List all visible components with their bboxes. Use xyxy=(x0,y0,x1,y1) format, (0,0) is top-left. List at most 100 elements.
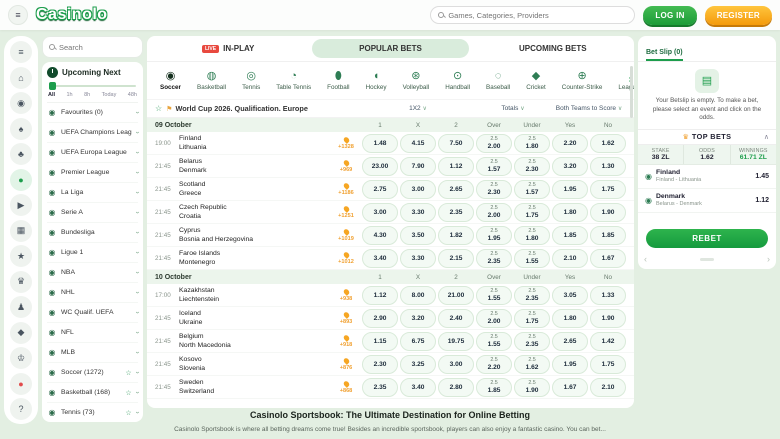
odd-button[interactable]: 1.90 xyxy=(590,203,626,222)
chevron-down-icon[interactable]: › xyxy=(133,291,140,293)
match-row[interactable]: 21:45 Kosovo Slovenia +876 2.30 3.25 3.0… xyxy=(147,353,634,376)
match-row[interactable]: 19:00 Finland Lithuania +1328 1.48 4.15 … xyxy=(147,132,634,155)
odd-button[interactable]: 23.00 xyxy=(362,157,398,176)
sidebar-search-input[interactable] xyxy=(59,43,136,52)
chevron-down-icon[interactable]: › xyxy=(133,331,140,333)
odd-button[interactable]: 2.5 2.35 xyxy=(514,332,550,351)
odd-button[interactable]: 2.5 1.90 xyxy=(514,378,550,397)
odd-button[interactable]: 3.50 xyxy=(400,226,436,245)
odd-button[interactable]: 2.30 xyxy=(362,355,398,374)
odd-button[interactable]: 1.80 xyxy=(552,203,588,222)
time-filter-today[interactable]: Today xyxy=(102,92,117,98)
sidebar-league-la-liga[interactable]: ◉ La Liga › xyxy=(47,183,138,203)
chevron-down-icon[interactable]: › xyxy=(133,251,140,253)
logo[interactable]: Casinolo xyxy=(36,6,108,24)
time-filter-1h[interactable]: 1h xyxy=(66,92,72,98)
odd-button[interactable]: 3.40 xyxy=(362,249,398,268)
prev-arrow-icon[interactable]: ‹ xyxy=(644,254,647,264)
odd-button[interactable]: 3.05 xyxy=(552,286,588,305)
odd-button[interactable]: 1.62 xyxy=(590,134,626,153)
match-teams[interactable]: Cyprus Bosnia and Herzegovina xyxy=(179,226,330,244)
market-dropdown-1x2[interactable]: 1X2 ∨ xyxy=(362,105,474,112)
odd-button[interactable]: 2.5 2.35 xyxy=(514,286,550,305)
odd-button[interactable]: 1.85 xyxy=(590,226,626,245)
sidebar-search[interactable] xyxy=(42,36,143,58)
odd-button[interactable]: 1.48 xyxy=(362,134,398,153)
slots-rail-button[interactable]: ▦ xyxy=(10,220,32,242)
sidebar-league-wc-qualif-uefa[interactable]: ◉ WC Qualif. UEFA › xyxy=(47,303,138,323)
odd-button[interactable]: 2.90 xyxy=(362,309,398,328)
chevron-down-icon[interactable]: › xyxy=(133,131,140,133)
betslip-tab[interactable]: Bet Slip (0) xyxy=(646,49,683,61)
sidebar-league-nhl[interactable]: ◉ NHL › xyxy=(47,283,138,303)
esports-rail-button[interactable]: ♟ xyxy=(10,296,32,318)
top-bets-header[interactable]: ♛ TOP BETS ∧ xyxy=(638,129,776,145)
match-row[interactable]: 17:00 Kazakhstan Liechtenstein +938 1.12… xyxy=(147,284,634,307)
odd-button[interactable]: 3.20 xyxy=(400,309,436,328)
chevron-down-icon[interactable]: › xyxy=(133,391,140,393)
sports-ball-rail-button[interactable]: ◉ xyxy=(10,92,32,114)
sidebar-league-uefa-europa-league[interactable]: ◉ UEFA Europa League › xyxy=(47,143,138,163)
odd-button[interactable]: 2.5 2.35 xyxy=(476,249,512,268)
odd-button[interactable]: 2.5 1.62 xyxy=(514,355,550,374)
odd-button[interactable]: 2.65 xyxy=(552,332,588,351)
star-icon[interactable]: ☆ xyxy=(125,389,131,397)
odd-button[interactable]: 3.00 xyxy=(438,355,474,374)
match-row[interactable]: 21:45 Faroe Islands Montenegro +1012 3.4… xyxy=(147,247,634,270)
odd-button[interactable]: 2.5 1.57 xyxy=(476,157,512,176)
tab-upcoming-bets[interactable]: UPCOMING BETS xyxy=(475,39,631,58)
odd-button[interactable]: 2.5 2.00 xyxy=(476,203,512,222)
odd-button[interactable]: 1.67 xyxy=(590,249,626,268)
odd-button[interactable]: 2.10 xyxy=(590,378,626,397)
odd-button[interactable]: 2.5 1.75 xyxy=(514,309,550,328)
sidebar-league-soccer-1272-[interactable]: ◉ Soccer (1272) ☆ › xyxy=(47,363,138,383)
tournaments-rail-button[interactable]: ♛ xyxy=(10,271,32,293)
chevron-down-icon[interactable]: › xyxy=(133,351,140,353)
chevron-down-icon[interactable]: › xyxy=(133,151,140,153)
odd-button[interactable]: 4.30 xyxy=(362,226,398,245)
boxing-rail-button[interactable]: ● xyxy=(10,373,32,395)
odd-button[interactable]: 1.75 xyxy=(590,355,626,374)
shop-rail-button[interactable]: ◆ xyxy=(10,322,32,344)
sidebar-league-premier-league[interactable]: ◉ Premier League › xyxy=(47,163,138,183)
rebet-button[interactable]: REBET xyxy=(646,229,768,248)
tab-in-play[interactable]: LIVE IN-PLAY xyxy=(150,39,306,58)
sport-tab-volleyball[interactable]: ⊛ Volleyball xyxy=(396,70,437,91)
sidebar-league-basketball-168-[interactable]: ◉ Basketball (168) ☆ › xyxy=(47,383,138,403)
match-row[interactable]: 21:45 Cyprus Bosnia and Herzegovina +101… xyxy=(147,224,634,247)
register-button[interactable]: REGISTER xyxy=(705,6,772,25)
sidebar-league-favourites-0-[interactable]: ◉ Favourites (0) › xyxy=(47,103,138,123)
odd-button[interactable]: 2.5 1.55 xyxy=(476,286,512,305)
odd-button[interactable]: 3.40 xyxy=(400,378,436,397)
match-teams[interactable]: Finland Lithuania xyxy=(179,134,330,152)
market-dropdown-both-teams-to-score[interactable]: Both Teams to Score ∨ xyxy=(552,105,626,112)
odd-button[interactable]: 2.20 xyxy=(552,134,588,153)
match-teams[interactable]: Belgium North Macedonia xyxy=(179,332,330,350)
sidebar-league-nfl[interactable]: ◉ NFL › xyxy=(47,323,138,343)
market-dropdown-totals[interactable]: Totals ∨ xyxy=(476,105,550,112)
sport-tab-handball[interactable]: ⊙ Handball xyxy=(438,70,477,91)
sidebar-league-bundesliga[interactable]: ◉ Bundesliga › xyxy=(47,223,138,243)
odd-button[interactable]: 19.75 xyxy=(438,332,474,351)
star-icon[interactable]: ☆ xyxy=(155,104,162,113)
match-teams[interactable]: Czech Republic Croatia xyxy=(179,203,330,221)
odd-button[interactable]: 2.5 2.30 xyxy=(476,180,512,199)
odd-button[interactable]: 2.65 xyxy=(438,180,474,199)
odd-button[interactable]: 2.35 xyxy=(362,378,398,397)
sport-tab-soccer[interactable]: ◉ Soccer xyxy=(153,70,188,91)
global-search[interactable] xyxy=(430,6,635,24)
match-teams[interactable]: Sweden Switzerland xyxy=(179,378,330,396)
sidebar-league-serie-a[interactable]: ◉ Serie A › xyxy=(47,203,138,223)
vip-rail-button[interactable]: ★ xyxy=(10,245,32,267)
odd-button[interactable]: 7.50 xyxy=(438,134,474,153)
chevron-down-icon[interactable]: › xyxy=(133,211,140,213)
odd-button[interactable]: 1.30 xyxy=(590,157,626,176)
match-row[interactable]: 21:45 Sweden Switzerland +868 2.35 3.40 … xyxy=(147,376,634,399)
odd-button[interactable]: 2.5 1.80 xyxy=(514,226,550,245)
sport-tab-hockey[interactable]: ◖ Hockey xyxy=(359,70,394,91)
match-row[interactable]: 21:45 Iceland Ukraine +893 2.90 3.20 2.4… xyxy=(147,307,634,330)
odd-button[interactable]: 2.5 1.95 xyxy=(476,226,512,245)
sport-tab-table-tennis[interactable]: ◔ Table Tennis xyxy=(269,70,318,91)
login-button[interactable]: LOG IN xyxy=(643,6,696,25)
time-range-slider[interactable] xyxy=(49,82,136,90)
